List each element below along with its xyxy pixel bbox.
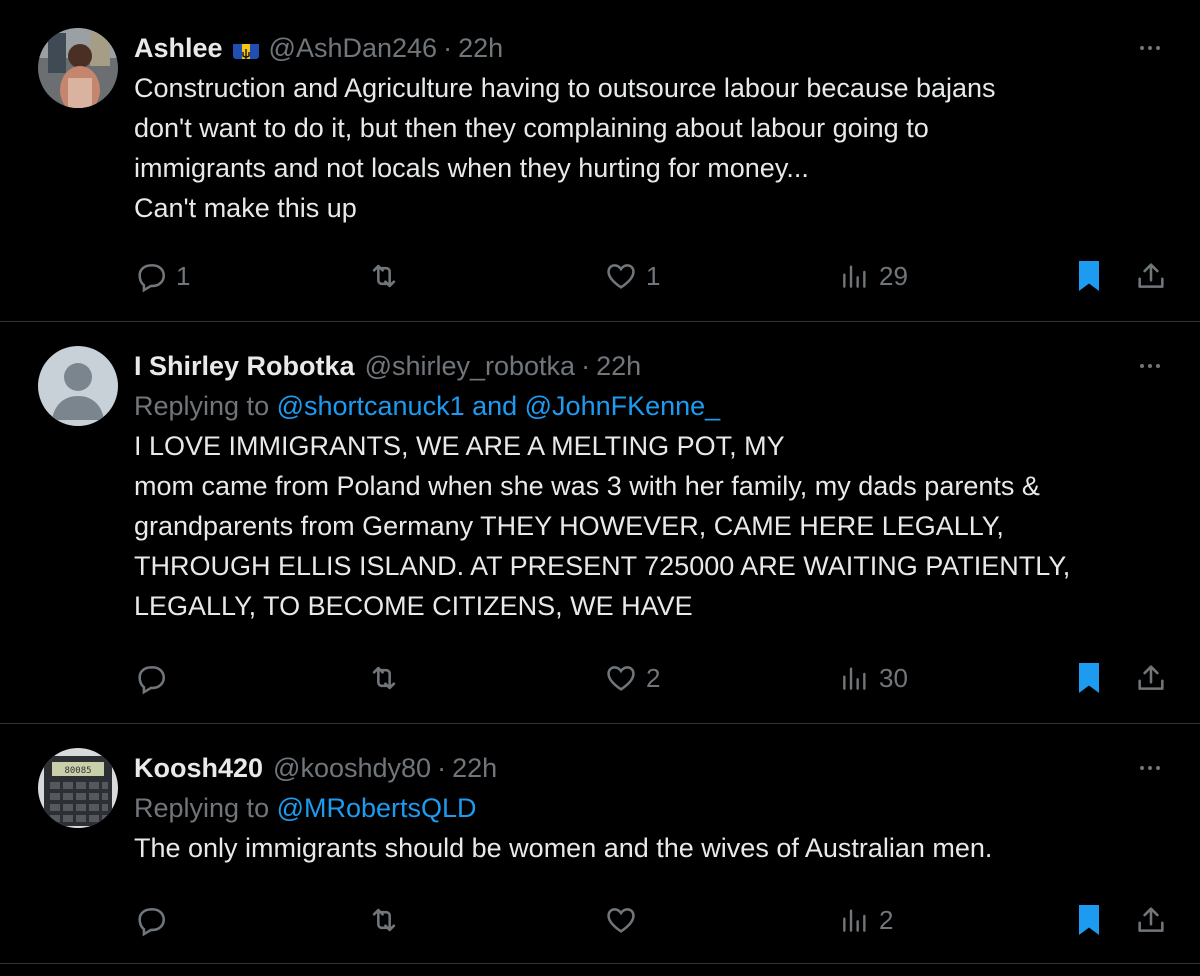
tweet-text-line: THROUGH ELLIS ISLAND. AT PRESENT 725000 …: [134, 551, 1071, 581]
author-handle[interactable]: @AshDan246: [269, 28, 438, 68]
bookmark-icon: [1079, 905, 1099, 935]
bar-chart-icon: [843, 909, 866, 932]
retweet-button[interactable]: [366, 900, 402, 940]
like-button[interactable]: 2: [604, 658, 660, 698]
share-button[interactable]: [1134, 256, 1168, 296]
like-button[interactable]: [604, 900, 638, 940]
separator: ·: [437, 753, 447, 783]
author-name[interactable]: Ashlee: [134, 28, 223, 68]
tweet-text: Construction and Agriculture having to o…: [134, 68, 1166, 228]
retweet-icon: [372, 908, 396, 932]
reply-icon: [138, 666, 166, 695]
heart-icon: [607, 264, 635, 289]
author-name[interactable]: I Shirley Robotka: [134, 346, 355, 386]
retweet-button[interactable]: [366, 256, 402, 296]
share-icon: [1138, 665, 1164, 690]
tweet-text-line: LEGALLY, TO BECOME CITIZENS, WE HAVE: [134, 591, 693, 621]
views-button[interactable]: 29: [839, 256, 908, 296]
view-count: 29: [879, 260, 908, 291]
separator: ·: [443, 33, 453, 63]
tweet-text-line: Can't make this up: [134, 193, 357, 223]
tweet-text: I LOVE IMMIGRANTS, WE ARE A MELTING POT,…: [134, 426, 1166, 626]
separator: ·: [581, 351, 591, 381]
mention-link[interactable]: @shortcanuck1 and @JohnFKenne_: [277, 391, 721, 421]
views-button[interactable]: 30: [839, 658, 908, 698]
bookmark-button[interactable]: [1074, 900, 1104, 940]
reply-icon: [138, 908, 166, 937]
views-button[interactable]: 2: [839, 900, 893, 940]
like-count: 2: [646, 662, 661, 693]
avatar[interactable]: [38, 28, 118, 108]
tweet-actions: 1 1 29: [134, 256, 1174, 296]
tweet-text-line: immigrants and not locals when they hurt…: [134, 153, 809, 183]
author-handle[interactable]: @kooshdy80: [273, 748, 431, 788]
reply-icon: [138, 264, 166, 293]
tweet-text-line: grandparents from Germany THEY HOWEVER, …: [134, 511, 1004, 541]
author-handle[interactable]: @shirley_robotka: [365, 346, 576, 386]
retweet-icon: [372, 264, 396, 288]
share-icon: [1138, 263, 1164, 288]
more-options-icon[interactable]: [1134, 758, 1166, 778]
avatar[interactable]: [38, 346, 118, 426]
more-options-icon[interactable]: [1134, 356, 1166, 376]
tweet-header: I Shirley Robotka @shirley_robotka · 22h: [134, 346, 1166, 386]
tweet-text: The only immigrants should be women and …: [134, 828, 1166, 868]
tweet-text-line: don't want to do it, but then they compl…: [134, 113, 929, 143]
tweet-text-line: The only immigrants should be women and …: [134, 833, 993, 863]
tweet-actions: 2: [134, 900, 1174, 940]
view-count: 2: [879, 904, 894, 935]
tweet-actions: 2 30: [134, 658, 1174, 698]
timestamp[interactable]: 22h: [458, 28, 503, 68]
replying-to: Replying to @MRobertsQLD: [134, 788, 1166, 828]
mention-link[interactable]: @MRobertsQLD: [277, 793, 477, 823]
bookmark-icon: [1079, 261, 1099, 291]
tweet-header: Koosh420 @kooshdy80 · 22h: [134, 748, 1166, 788]
author-name[interactable]: Koosh420: [134, 748, 263, 788]
timestamp[interactable]: 22h: [452, 748, 497, 788]
bar-chart-icon: [843, 265, 866, 288]
reply-button[interactable]: [134, 900, 168, 940]
tweet-text-line: mom came from Poland when she was 3 with…: [134, 471, 1040, 501]
like-button[interactable]: 1: [604, 256, 660, 296]
retweet-icon: [372, 666, 396, 690]
like-count: 1: [646, 260, 661, 291]
replying-prefix: Replying to: [134, 793, 277, 823]
tweet[interactable]: I Shirley Robotka @shirley_robotka · 22h…: [0, 322, 1200, 724]
timestamp[interactable]: 22h: [596, 346, 641, 386]
share-button[interactable]: [1134, 900, 1168, 940]
heart-icon: [607, 908, 635, 933]
reply-button[interactable]: 1: [134, 256, 190, 296]
tweet-header: Ashlee @AshDan246 · 22h: [134, 28, 1166, 68]
reply-count: 1: [176, 260, 191, 291]
tweet-text-line: Construction and Agriculture having to o…: [134, 73, 996, 103]
heart-icon: [607, 666, 635, 691]
more-options-icon[interactable]: [1134, 38, 1166, 58]
tweet-text-line: I LOVE IMMIGRANTS, WE ARE A MELTING POT,…: [134, 431, 785, 461]
avatar[interactable]: 80085: [38, 748, 118, 828]
bar-chart-icon: [843, 667, 866, 690]
replying-prefix: Replying to: [134, 391, 277, 421]
share-icon: [1138, 907, 1164, 932]
tweet[interactable]: 80085 Koosh420 @kooshdy80 · 22h Replying…: [0, 724, 1200, 964]
replying-to: Replying to @shortcanuck1 and @JohnFKenn…: [134, 386, 1166, 426]
bookmark-icon: [1079, 663, 1099, 693]
view-count: 30: [879, 662, 908, 693]
bookmark-button[interactable]: [1074, 658, 1104, 698]
reply-button[interactable]: [134, 658, 168, 698]
tweet[interactable]: Ashlee @AshDan246 · 22h Construction and…: [0, 0, 1200, 322]
share-button[interactable]: [1134, 658, 1168, 698]
bookmark-button[interactable]: [1074, 256, 1104, 296]
calculator-display: 80085: [64, 766, 91, 776]
barbados-flag-icon: [232, 37, 259, 59]
retweet-button[interactable]: [366, 658, 402, 698]
